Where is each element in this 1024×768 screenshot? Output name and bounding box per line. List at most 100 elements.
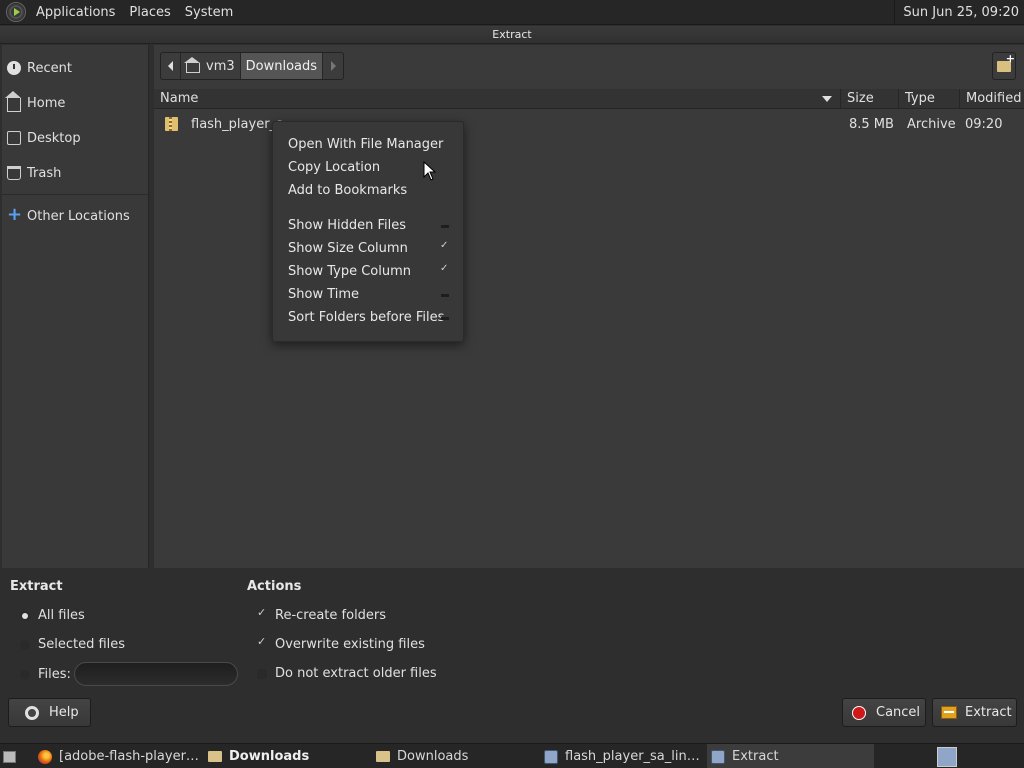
sidebar-item-trash[interactable]: Trash: [2, 160, 149, 186]
extract-button[interactable]: Extract: [932, 698, 1017, 727]
workspace-switcher-icon[interactable]: [937, 747, 957, 767]
recreate-folders-checkbox[interactable]: Re-create folders: [257, 606, 387, 624]
button-label: Extract: [965, 705, 1012, 720]
sidebar-divider: [2, 194, 149, 195]
top-panel: Applications Places System Sun Jun 25, 0…: [0, 0, 1024, 25]
cancel-icon: [852, 705, 866, 720]
help-button[interactable]: Help: [8, 698, 91, 727]
show-type-column-checkbox[interactable]: [440, 263, 450, 277]
radio-indicator[interactable]: [20, 610, 30, 621]
taskbar-item-archive[interactable]: flash_player_sa_lin…: [544, 744, 702, 768]
menu-item-show-hidden-files[interactable]: Show Hidden Files: [288, 218, 406, 233]
dialog-button-bar: Help Cancel Extract: [0, 698, 1024, 743]
system-menu[interactable]: System: [178, 0, 240, 25]
extract-archive-icon: [941, 706, 957, 719]
radio-indicator[interactable]: [20, 639, 30, 650]
path-segment-label: Downloads: [245, 58, 318, 74]
button-label: Cancel: [876, 705, 921, 720]
extract-section-title: Extract: [10, 579, 63, 594]
sort-descending-icon[interactable]: [822, 96, 832, 102]
taskbar-item-label: Extract: [732, 749, 779, 764]
show-desktop-button[interactable]: [3, 744, 25, 768]
sidebar-item-recent[interactable]: Recent: [2, 55, 149, 81]
folder-icon: [376, 751, 390, 762]
overwrite-existing-checkbox[interactable]: Overwrite existing files: [257, 635, 425, 653]
column-headers: Name Size Type Modified: [154, 89, 1024, 109]
taskbar-item-label: Downloads: [229, 749, 310, 764]
column-modified[interactable]: Modified: [959, 89, 1024, 109]
path-forward-button[interactable]: [323, 53, 343, 79]
check-indicator[interactable]: [257, 606, 267, 621]
check-indicator[interactable]: [257, 668, 267, 679]
archive-manager-icon: [544, 749, 558, 764]
sidebar-item-desktop[interactable]: Desktop: [2, 125, 149, 151]
taskbar-item-downloads-2[interactable]: Downloads: [376, 744, 536, 768]
all-files-radio[interactable]: All files: [20, 608, 85, 623]
selected-files-radio[interactable]: Selected files: [20, 637, 125, 652]
sidebar-item-other-locations[interactable]: Other Locations: [2, 203, 149, 229]
column-type[interactable]: Type: [898, 89, 959, 109]
column-name[interactable]: Name: [154, 89, 840, 109]
sidebar-item-home[interactable]: Home: [2, 90, 149, 116]
sidebar-item-label: Trash: [27, 165, 62, 181]
taskbar-item-label: flash_player_sa_lin…: [565, 749, 700, 764]
checkbox-label: Re-create folders: [275, 608, 387, 623]
actions-section-title: Actions: [247, 579, 302, 594]
window-title[interactable]: Extract: [0, 26, 1024, 44]
archive-manager-icon: [711, 749, 725, 764]
taskbar-item-downloads-1[interactable]: Downloads: [208, 744, 368, 768]
files-pattern-input[interactable]: [74, 662, 238, 686]
cancel-button[interactable]: Cancel: [842, 698, 926, 727]
check-indicator[interactable]: [257, 635, 267, 650]
path-segment-vm3[interactable]: vm3: [181, 53, 241, 79]
taskbar-item-label: Downloads: [397, 749, 469, 764]
checkbox-label: Overwrite existing files: [275, 637, 425, 652]
panel-menu-bar: Applications Places System: [29, 0, 240, 25]
chevron-right-icon: [330, 61, 336, 71]
show-desktop-icon: [3, 750, 16, 763]
radio-label: Selected files: [38, 637, 126, 652]
new-folder-button[interactable]: [992, 52, 1016, 80]
places-menu[interactable]: Places: [122, 0, 177, 25]
file-size: 8.5 MB: [849, 117, 894, 132]
taskbar-item-browser[interactable]: [adobe-flash-player…: [38, 744, 200, 768]
path-segment-downloads[interactable]: Downloads: [240, 53, 324, 79]
menu-item-add-to-bookmarks[interactable]: Add to Bookmarks: [288, 183, 407, 198]
path-segment-label: vm3: [206, 58, 235, 74]
home-icon: [184, 57, 200, 73]
recent-icon: [7, 61, 21, 75]
new-folder-icon: [997, 52, 1015, 72]
files-pattern-radio[interactable]: Files:: [20, 667, 71, 682]
applications-menu[interactable]: Applications: [29, 0, 122, 25]
mate-logo-icon[interactable]: [6, 2, 26, 22]
show-hidden-files-checkbox[interactable]: [440, 221, 450, 231]
plus-icon: [7, 204, 22, 225]
trash-icon: [7, 166, 21, 180]
sort-folders-before-files-checkbox[interactable]: [440, 313, 450, 323]
sidebar-item-label: Recent: [27, 60, 72, 76]
menu-item-show-time[interactable]: Show Time: [288, 287, 359, 302]
desktop-icon: [7, 131, 21, 145]
menu-item-sort-folders-before-files[interactable]: Sort Folders before Files: [288, 310, 444, 325]
column-size[interactable]: Size: [840, 89, 898, 109]
show-time-checkbox[interactable]: [440, 290, 450, 300]
menu-item-show-type-column[interactable]: Show Type Column: [288, 264, 411, 279]
clock[interactable]: Sun Jun 25, 09:20: [894, 0, 1024, 25]
sidebar-item-label: Desktop: [27, 130, 81, 146]
archive-file-icon: [165, 117, 178, 131]
home-icon: [5, 91, 21, 112]
show-size-column-checkbox[interactable]: [440, 240, 450, 254]
taskbar-item-extract[interactable]: Extract: [707, 744, 874, 768]
menu-item-copy-location[interactable]: Copy Location: [288, 160, 380, 175]
radio-indicator[interactable]: [20, 669, 30, 680]
skip-older-checkbox[interactable]: Do not extract older files: [257, 666, 437, 681]
file-type: Archive: [907, 117, 956, 132]
path-back-button[interactable]: [161, 53, 181, 79]
menu-item-show-size-column[interactable]: Show Size Column: [288, 241, 408, 256]
checkbox-label: Do not extract older files: [275, 666, 437, 681]
chevron-left-icon: [168, 61, 173, 71]
button-label: Help: [49, 705, 79, 720]
menu-item-open-with-file-manager[interactable]: Open With File Manager: [288, 137, 443, 152]
extract-options-panel: Extract All files Selected files Files: …: [0, 568, 1024, 698]
file-modified: 09:20: [965, 117, 1003, 132]
